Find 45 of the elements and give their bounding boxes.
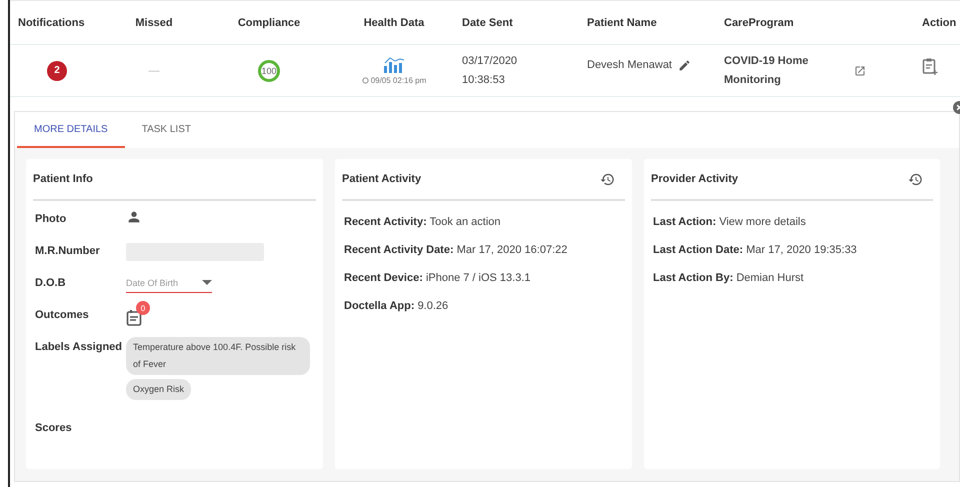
- patient-name: Devesh Menawat: [587, 58, 672, 73]
- activity-line: Last Action: View more details: [652, 215, 807, 230]
- card-title: Provider Activity: [651, 173, 738, 185]
- column-header: Action: [921, 16, 956, 28]
- chart-icon[interactable]: [382, 56, 405, 72]
- column-header: Missed: [135, 16, 173, 28]
- person-icon: [126, 209, 142, 225]
- column-header: Notifications: [17, 16, 85, 28]
- card-title: Patient Activity: [342, 173, 422, 185]
- clipboard-icon[interactable]: [922, 57, 938, 75]
- date-sent: 03/17/2020: [462, 54, 518, 68]
- column-header: Patient Name: [586, 16, 657, 28]
- activity-line: Recent Device: iPhone 7 / iOS 13.3.1: [343, 271, 532, 286]
- card-title: Patient Info: [33, 173, 93, 185]
- care-program: COVID-19 Home Monitoring: [724, 54, 810, 88]
- field-label: Scores: [35, 421, 73, 436]
- activity-line: Last Action Date: Mar 17, 2020 19:35:33: [652, 243, 858, 258]
- column-header: Compliance: [238, 16, 300, 28]
- history-icon[interactable]: [600, 172, 615, 186]
- notes-icon[interactable]: [126, 309, 142, 327]
- column-header: Date Sent: [461, 16, 513, 28]
- compliance-ring: 100: [258, 60, 280, 82]
- field-label: M.R.Number: [35, 244, 101, 259]
- activity-line: Doctella App: 9.0.26: [343, 299, 450, 314]
- date-sent: 10:38:53: [462, 72, 506, 88]
- notification-badge: 2: [47, 60, 67, 80]
- label-chip: Temperature above 100.4F. Possible risk of Fever: [126, 337, 310, 375]
- field-label: D.O.B: [35, 276, 67, 291]
- caret-icon: [202, 280, 212, 286]
- activity-line: Last Action By: Demian Hurst: [652, 271, 805, 286]
- activity-line: Recent Activity Date: Mar 17, 2020 16:07:22: [343, 243, 568, 258]
- count-badge: 0: [136, 301, 150, 315]
- external-link-icon[interactable]: [854, 64, 866, 76]
- activity-line: Recent Activity: Took an action: [343, 215, 502, 230]
- label-chip: Oxygen Risk: [126, 379, 192, 400]
- history-icon[interactable]: [908, 172, 923, 186]
- column-header: CareProgram: [723, 16, 794, 28]
- field-label: Outcomes: [35, 308, 90, 323]
- column-header: Health Data: [364, 16, 424, 28]
- field-label: Photo: [35, 212, 68, 227]
- missed-value: —: [148, 64, 160, 76]
- pencil-icon[interactable]: [678, 59, 691, 72]
- field-label: Labels Assigned: [35, 340, 124, 355]
- tab[interactable]: TASK LIST: [124, 112, 208, 148]
- sync-time: 09/05 02:16 pm: [370, 76, 426, 84]
